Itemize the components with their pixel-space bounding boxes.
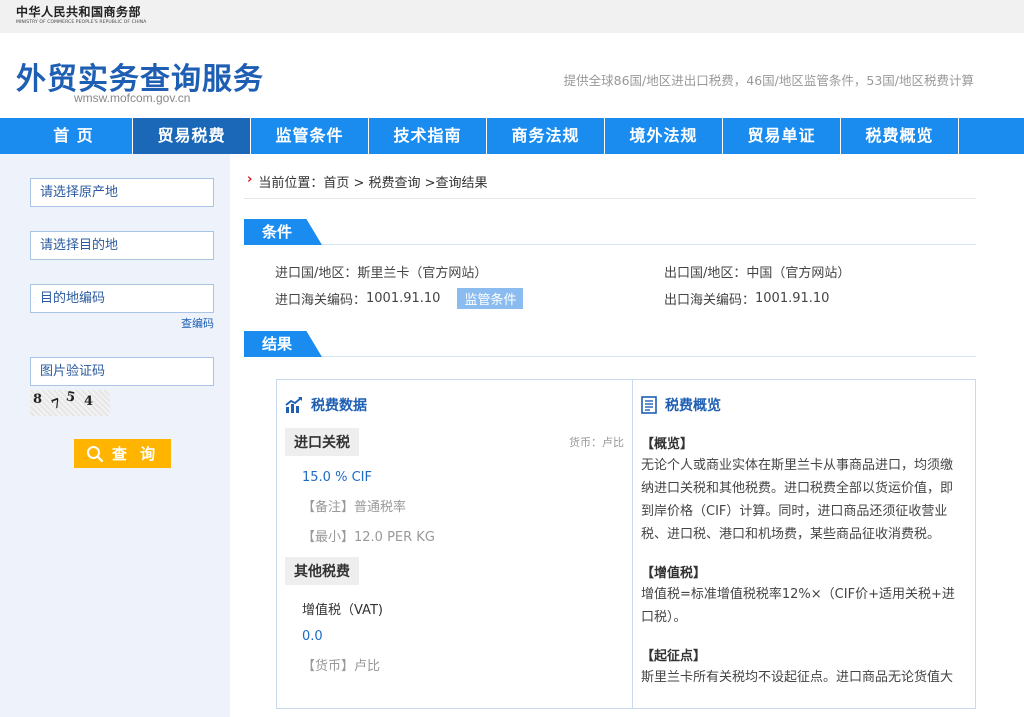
nav-regulation[interactable]: 监管条件 bbox=[251, 118, 369, 154]
destination-code-input[interactable]: 目的地编码 bbox=[30, 284, 214, 313]
import-code-row: 进口海关编码： 1001.91.10 监管条件 bbox=[275, 288, 664, 309]
query-button-label: 查 询 bbox=[111, 445, 160, 463]
export-country-row: 出口国/地区： 中国（官方网站） bbox=[664, 262, 976, 281]
threshold-text: 斯里兰卡所有关税均不设起征点。进口商品无论货值大 bbox=[641, 670, 954, 685]
ministry-bar: 中华人民共和国商务部 MINISTRY OF COMMERCE PEOPLE'S… bbox=[0, 0, 1024, 33]
captcha-char: 4 bbox=[84, 394, 94, 409]
captcha-char: 7 bbox=[49, 395, 64, 414]
breadcrumb: › 当前位置： 首页 > 税费查询 >查询结果 bbox=[244, 172, 976, 199]
nav-foreign-law[interactable]: 境外法规 bbox=[605, 118, 723, 154]
lookup-code-link[interactable]: 查编码 bbox=[30, 315, 214, 331]
tax-overview-panel: 税费概览 【概览】 无论个人或商业实体在斯里兰卡从事商品进口，均须缴纳进口关税和… bbox=[633, 380, 975, 708]
captcha-char: 8 bbox=[33, 392, 43, 407]
page-content: 请选择原产地 请选择目的地 目的地编码 查编码 图片验证码 8 7 5 4 查 … bbox=[0, 154, 1024, 717]
conditions-grid: 进口国/地区： 斯里兰卡（官方网站） 出口国/地区： 中国（官方网站） 进口海关… bbox=[244, 245, 976, 309]
export-code-row: 出口海关编码： 1001.91.10 bbox=[664, 288, 976, 309]
overview-title: 税费概览 bbox=[665, 398, 721, 414]
duty-remark: 【备注】普通税率 bbox=[302, 500, 407, 515]
other-tax-tag: 其他税费 bbox=[285, 557, 359, 585]
nav-trade-docs[interactable]: 贸易单证 bbox=[723, 118, 841, 154]
overview-text: 无论个人或商业实体在斯里兰卡从事商品进口，均须缴纳进口关税和其他税费。进口税费全… bbox=[641, 458, 954, 542]
chart-trend-icon bbox=[285, 397, 302, 413]
nav-trade-tax[interactable]: 贸易税费 bbox=[133, 118, 251, 154]
nav-home[interactable]: 首 页 bbox=[15, 118, 133, 154]
import-country-row: 进口国/地区： 斯里兰卡（官方网站） bbox=[275, 262, 664, 281]
ministry-name-en: MINISTRY OF COMMERCE PEOPLE'S REPUBLIC O… bbox=[16, 20, 147, 25]
nav-tax-overview[interactable]: 税费概览 bbox=[841, 118, 959, 154]
breadcrumb-prefix: 当前位置： bbox=[258, 176, 324, 191]
document-icon bbox=[641, 396, 657, 414]
nav-tech-guide[interactable]: 技术指南 bbox=[369, 118, 487, 154]
nav-commerce-law[interactable]: 商务法规 bbox=[487, 118, 605, 154]
export-country-label: 出口国/地区： bbox=[664, 266, 747, 281]
ministry-name: 中华人民共和国商务部 bbox=[16, 5, 142, 19]
result-title: 结果 bbox=[262, 335, 293, 353]
tax-data-header: 税费数据 bbox=[285, 394, 632, 416]
breadcrumb-path[interactable]: 首页 > 税费查询 >查询结果 bbox=[323, 172, 487, 191]
site-header: 外贸实务查询服务 wmsw.mofcom.gov.cn 提供全球86国/地区进出… bbox=[0, 33, 1024, 118]
captcha-input[interactable]: 图片验证码 bbox=[30, 357, 214, 386]
captcha-char: 5 bbox=[64, 389, 77, 406]
main-nav: 首 页 贸易税费 监管条件 技术指南 商务法规 境外法规 贸易单证 税费概览 bbox=[0, 118, 1024, 154]
conditions-section-tab: 条件 bbox=[244, 219, 322, 245]
export-code-label: 出口海关编码： bbox=[664, 293, 756, 308]
import-code-label: 进口海关编码： bbox=[275, 293, 367, 308]
currency-note: 货币：卢比 bbox=[569, 436, 624, 449]
overview-header: 税费概览 bbox=[641, 394, 963, 416]
import-duty-tag: 进口关税 bbox=[285, 428, 359, 456]
import-code-value: 1001.91.10 bbox=[366, 291, 441, 306]
vat-currency: 【货币】卢比 bbox=[302, 659, 381, 674]
main-panel: › 当前位置： 首页 > 税费查询 >查询结果 条件 进口国/地区： 斯里兰卡（… bbox=[230, 154, 1024, 717]
result-section-tab: 结果 bbox=[244, 331, 322, 357]
chevron-right-icon: › bbox=[247, 172, 253, 187]
tax-data-title: 税费数据 bbox=[311, 398, 367, 414]
export-country-value[interactable]: 中国（官方网站） bbox=[746, 262, 850, 281]
duty-rate: 15.0 % CIF bbox=[302, 470, 372, 485]
export-code-value: 1001.91.10 bbox=[755, 291, 830, 306]
tax-data-panel: 税费数据 进口关税 货币：卢比 15.0 % CIF 【备注】普通税率 【最小】… bbox=[277, 380, 633, 708]
section-divider bbox=[244, 356, 976, 357]
origin-select[interactable]: 请选择原产地 bbox=[30, 178, 214, 207]
site-url: wmsw.mofcom.gov.cn bbox=[74, 91, 191, 105]
import-country-label: 进口国/地区： bbox=[275, 266, 358, 281]
import-country-value[interactable]: 斯里兰卡（官方网站） bbox=[357, 262, 487, 281]
search-icon bbox=[86, 445, 103, 462]
destination-select[interactable]: 请选择目的地 bbox=[30, 231, 214, 260]
duty-minimum: 【最小】12.0 PER KG bbox=[302, 530, 435, 545]
vat-section-title: 【增值税】 bbox=[641, 566, 707, 581]
vat-text: 增值税=标准增值税税率12%×（CIF价+适用关税+进口税）。 bbox=[641, 587, 955, 625]
vat-label: 增值税（VAT) bbox=[302, 603, 383, 618]
captcha-image[interactable]: 8 7 5 4 bbox=[30, 389, 110, 416]
result-box: 税费数据 进口关税 货币：卢比 15.0 % CIF 【备注】普通税率 【最小】… bbox=[276, 379, 976, 709]
site-slogan: 提供全球86国/地区进出口税费，46国/地区监管条件，53国/地区税费计算 bbox=[563, 73, 974, 88]
query-button[interactable]: 查 询 bbox=[74, 439, 171, 468]
threshold-section-title: 【起征点】 bbox=[641, 649, 707, 664]
vat-value: 0.0 bbox=[302, 629, 323, 644]
conditions-title: 条件 bbox=[262, 223, 293, 241]
regulation-button[interactable]: 监管条件 bbox=[457, 288, 524, 309]
query-sidebar: 请选择原产地 请选择目的地 目的地编码 查编码 图片验证码 8 7 5 4 查 … bbox=[0, 154, 230, 717]
overview-section-title: 【概览】 bbox=[641, 437, 694, 452]
